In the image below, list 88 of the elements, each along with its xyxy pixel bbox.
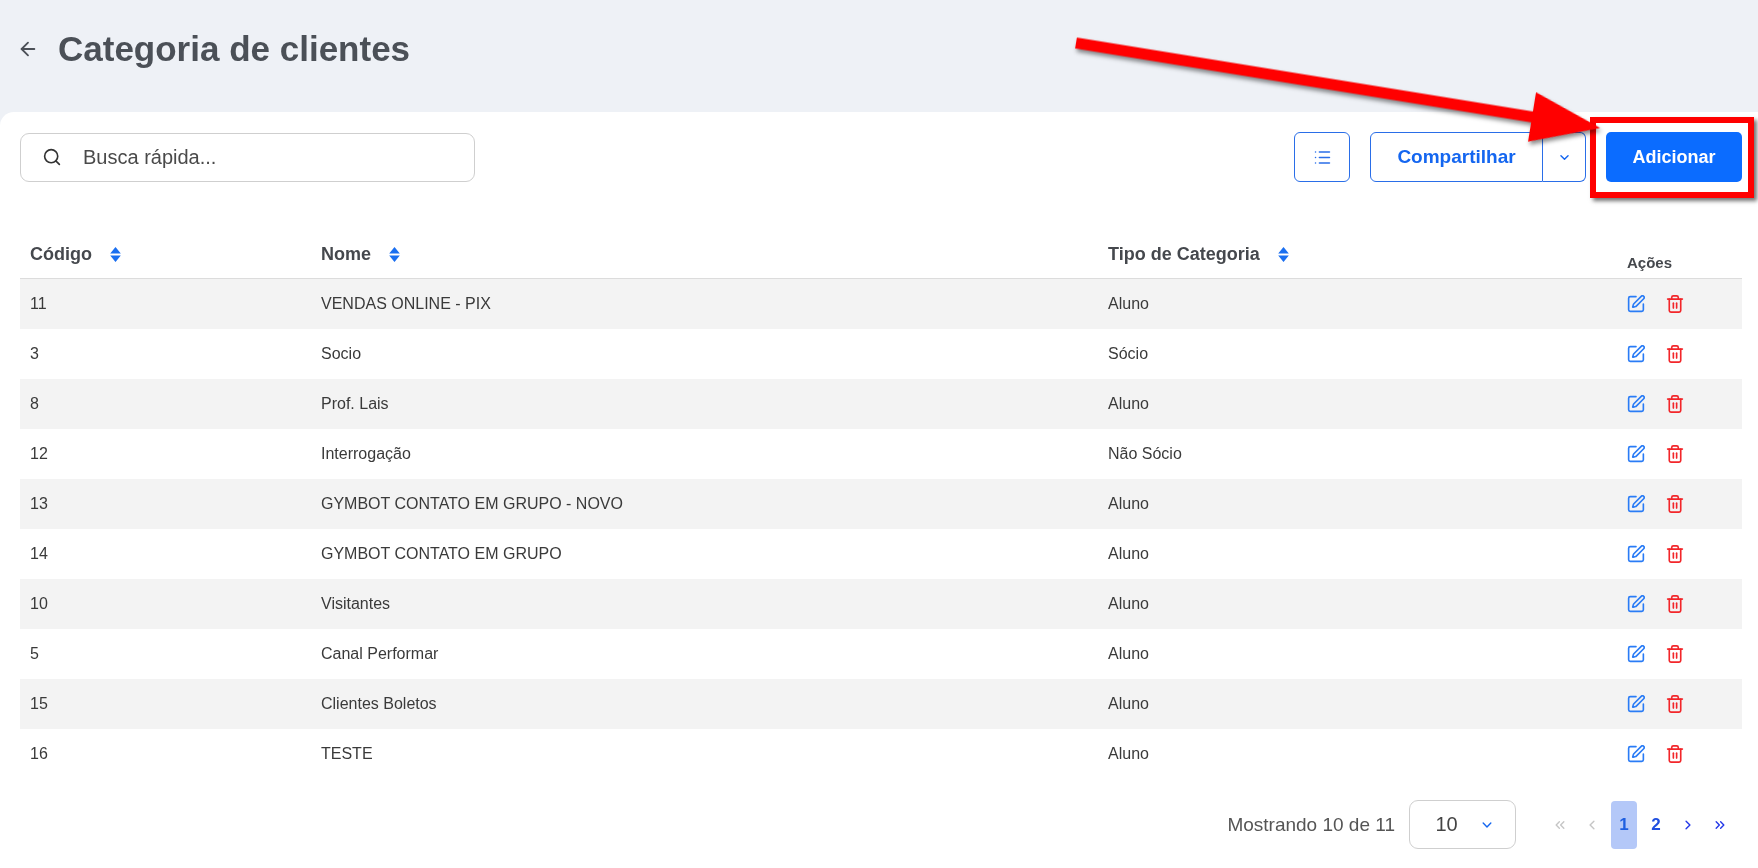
column-header[interactable]: Nome — [321, 243, 371, 265]
edit-button[interactable] — [1627, 445, 1645, 463]
edit-icon — [1627, 645, 1645, 663]
delete-button[interactable] — [1666, 295, 1684, 313]
list-icon — [1313, 148, 1331, 166]
name-cell-text: TESTE — [320, 745, 373, 763]
search-icon — [43, 147, 61, 166]
edit-icon — [1627, 295, 1645, 313]
list-view-button[interactable] — [1294, 132, 1350, 182]
sort-icon[interactable] — [1277, 245, 1289, 263]
trash-icon — [1666, 495, 1684, 513]
trash-icon — [1666, 545, 1684, 563]
trash-icon — [1666, 645, 1684, 663]
edit-icon — [1627, 745, 1645, 763]
edit-button[interactable] — [1627, 695, 1645, 713]
code-cell-text: 5 — [29, 645, 39, 663]
type-cell-text: Aluno — [1107, 395, 1149, 413]
trash-icon — [1666, 345, 1684, 363]
name-cell-text: Canal Performar — [320, 645, 439, 663]
trash-icon — [1666, 295, 1684, 313]
name-cell-text: Visitantes — [320, 595, 391, 613]
type-cell-text: Sócio — [1107, 345, 1149, 363]
delete-button[interactable] — [1666, 745, 1684, 763]
name-cell-text: Prof. Lais — [320, 395, 389, 413]
code-cell-text: 11 — [29, 295, 47, 313]
type-cell-text: Aluno — [1107, 495, 1149, 513]
type-cell-text: Aluno — [1107, 545, 1149, 563]
delete-button[interactable] — [1666, 645, 1684, 663]
delete-button[interactable] — [1666, 495, 1684, 513]
type-cell-text: Aluno — [1107, 695, 1149, 713]
code-cell-text: 14 — [29, 545, 48, 563]
trash-icon — [1666, 745, 1684, 763]
name-cell-text: GYMBOT CONTATO EM GRUPO — [320, 545, 562, 563]
trash-icon — [1666, 595, 1684, 613]
sort-icon[interactable] — [389, 245, 400, 263]
name-cell-text: Clientes Boletos — [320, 695, 437, 713]
column-header: Ações — [1627, 253, 1673, 271]
code-cell-text: 13 — [29, 495, 48, 513]
delete-button[interactable] — [1666, 545, 1684, 563]
trash-icon — [1666, 695, 1684, 713]
delete-button[interactable] — [1666, 395, 1684, 413]
sort-icon[interactable] — [110, 245, 121, 263]
edit-button[interactable] — [1627, 645, 1645, 663]
delete-button[interactable] — [1666, 345, 1684, 363]
edit-button[interactable] — [1627, 595, 1645, 613]
column-header[interactable]: Tipo de Categoria — [1108, 243, 1260, 265]
edit-icon — [1627, 345, 1645, 363]
code-cell-text: 3 — [29, 345, 39, 363]
delete-button[interactable] — [1666, 445, 1684, 463]
add-button[interactable]: Adicionar — [1606, 132, 1742, 182]
edit-icon — [1627, 595, 1645, 613]
type-cell-text: Aluno — [1107, 295, 1149, 313]
search-field[interactable]: Busca rápida... — [20, 132, 475, 182]
edit-icon — [1627, 445, 1645, 463]
code-cell-text: 10 — [29, 595, 48, 613]
page-size-select[interactable]: 10 — [1409, 800, 1516, 849]
delete-button[interactable] — [1666, 595, 1684, 613]
share-button[interactable]: Compartilhar — [1370, 132, 1543, 182]
code-cell-text: 16 — [29, 745, 48, 763]
edit-button[interactable] — [1627, 345, 1645, 363]
type-cell-text: Aluno — [1107, 645, 1149, 663]
name-cell-text: GYMBOT CONTATO EM GRUPO - NOVO — [320, 495, 623, 513]
column-header[interactable]: Código — [30, 243, 92, 265]
code-cell-text: 12 — [29, 445, 48, 463]
edit-button[interactable] — [1627, 545, 1645, 563]
delete-button[interactable] — [1666, 695, 1684, 713]
page-title: Categoria de clientes — [58, 29, 411, 69]
type-cell-text: Aluno — [1107, 595, 1149, 613]
edit-button[interactable] — [1627, 495, 1645, 513]
edit-button[interactable] — [1627, 295, 1645, 313]
share-dropdown-button[interactable] — [1543, 132, 1586, 182]
type-cell-text: Não Sócio — [1107, 445, 1182, 463]
pagination-summary: Mostrando 10 de 11 — [1227, 813, 1395, 836]
edit-button[interactable] — [1627, 745, 1645, 763]
edit-icon — [1627, 695, 1645, 713]
code-cell-text: 15 — [29, 695, 48, 713]
edit-icon — [1627, 545, 1645, 563]
name-cell-text: Interrogação — [320, 445, 411, 463]
edit-icon — [1627, 495, 1645, 513]
edit-icon — [1627, 395, 1645, 413]
page-button[interactable]: 2 — [1643, 800, 1669, 849]
trash-icon — [1666, 445, 1684, 463]
trash-icon — [1666, 395, 1684, 413]
code-cell-text: 8 — [29, 395, 39, 413]
type-cell-text: Aluno — [1107, 745, 1149, 763]
name-cell-text: VENDAS ONLINE - PIX — [320, 295, 491, 313]
name-cell-text: Socio — [320, 345, 362, 363]
edit-button[interactable] — [1627, 395, 1645, 413]
